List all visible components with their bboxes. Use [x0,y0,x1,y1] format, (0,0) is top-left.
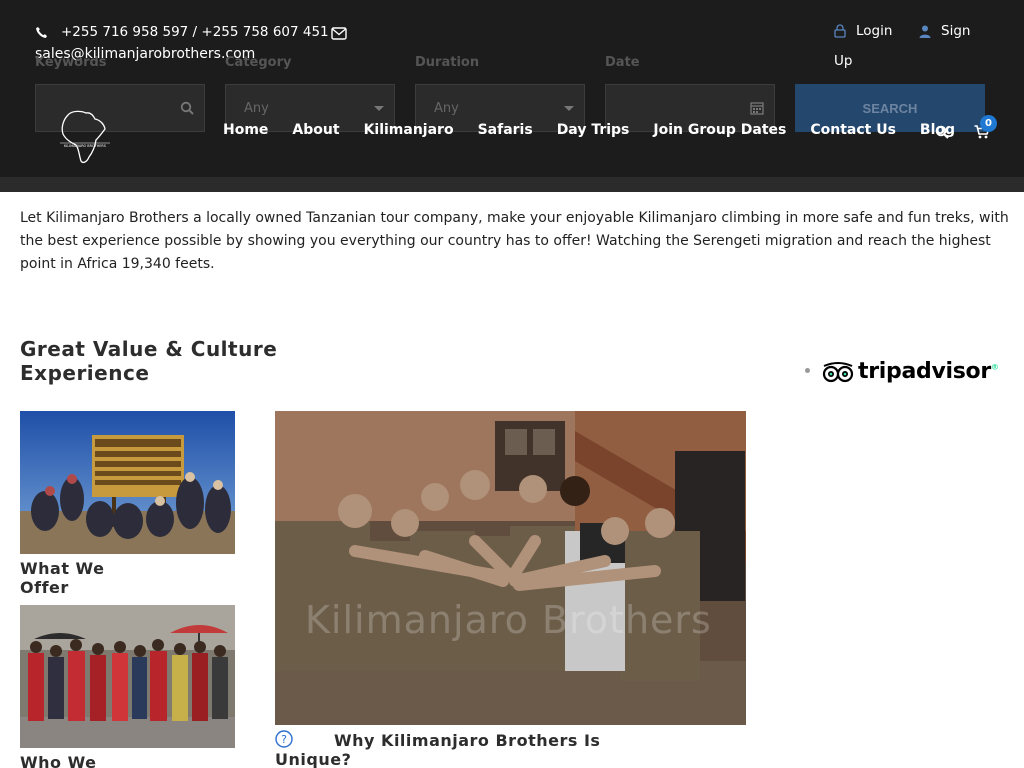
nav-join-group-dates[interactable]: Join Group Dates [653,122,786,138]
site-logo[interactable]: KILIMANJARO BROTHERS [52,107,118,167]
question-circle-icon: ? [275,730,293,752]
nav-home[interactable]: Home [223,122,268,138]
unique-section-title[interactable]: Why Kilimanjaro Brothers Is [334,731,624,750]
signup-link[interactable]: Sign [919,23,970,39]
phone-icon [35,26,49,39]
section-title: Great Value & Culture Experience [20,337,278,385]
category-label: Category [225,55,292,70]
summit-photo[interactable] [20,411,235,554]
culture-photo[interactable] [20,605,235,748]
nav-safaris[interactable]: Safaris [478,122,533,138]
list-bullet [805,368,810,373]
group-hands-photo [275,411,746,725]
contact-phone[interactable]: +255 716 958 597 / +255 758 607 451 [35,24,329,40]
nav-kilimanjaro[interactable]: Kilimanjaro [364,122,454,138]
tripadvisor-logo[interactable]: tripadvisor® [822,359,999,384]
card-title-what-we-offer[interactable]: What We Offer [20,559,140,597]
tripadvisor-owl-icon [822,361,854,382]
mail-icon[interactable] [331,25,347,44]
nav-day-trips[interactable]: Day Trips [557,122,630,138]
signup-label: Sign [941,23,971,39]
duration-label: Duration [415,55,480,70]
svg-text:KILIMANJARO BROTHERS: KILIMANJARO BROTHERS [64,144,106,148]
nav-about[interactable]: About [292,122,339,138]
login-label: Login [856,23,893,39]
header-bottom-strip [0,177,1024,192]
keywords-label: Keywords [35,55,107,70]
contact-phone-text: +255 716 958 597 / +255 758 607 451 [61,24,329,40]
lock-icon [834,24,846,38]
user-icon [919,25,931,38]
search-icon [180,101,194,115]
category-value: Any [244,100,269,116]
login-link[interactable]: Login [834,23,892,39]
chevron-down-icon [374,106,384,111]
search-icon[interactable] [935,124,949,143]
signup-label-continued[interactable]: Up [834,53,852,69]
cart-count-badge: 0 [980,115,997,132]
nav-contact-us[interactable]: Contact Us [810,122,896,138]
intro-paragraph: Let Kilimanjaro Brothers a locally owned… [20,210,1009,272]
card-title-who-we[interactable]: Who We [20,753,140,768]
duration-value: Any [434,100,459,116]
chevron-down-icon [564,106,574,111]
tripadvisor-wordmark: tripadvisor® [858,359,999,384]
unique-section-title-continued[interactable]: Unique? [275,750,351,768]
date-label: Date [605,55,640,70]
main-nav: Home About Kilimanjaro Safaris Day Trips… [223,122,955,138]
svg-text:?: ? [281,733,287,746]
photo-watermark: Kilimanjaro Brothers [305,598,712,642]
calendar-icon [750,101,764,115]
